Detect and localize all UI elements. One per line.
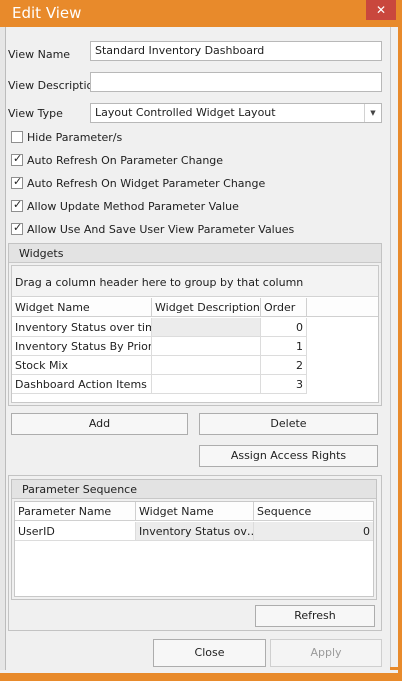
check-icon: ✓ bbox=[13, 198, 23, 211]
view-description-label: View Description bbox=[8, 79, 101, 92]
add-button[interactable]: Add bbox=[11, 413, 188, 435]
close-button[interactable]: Close bbox=[153, 639, 266, 667]
title-bar[interactable]: Edit View ✕ bbox=[0, 0, 402, 27]
refresh-button[interactable]: Refresh bbox=[255, 605, 375, 627]
close-icon[interactable]: ✕ bbox=[366, 0, 396, 20]
parameter-sequence-panel: Parameter Sequence Parameter Name Widget… bbox=[8, 475, 382, 631]
assign-access-rights-button[interactable]: Assign Access Rights bbox=[199, 445, 378, 467]
widget-row-order[interactable]: 3 bbox=[261, 375, 307, 394]
option-label: Allow Update Method Parameter Value bbox=[27, 199, 239, 213]
column-header-widget-name[interactable]: Widget Name bbox=[12, 298, 152, 317]
window-left-edge bbox=[0, 27, 6, 681]
widget-row-description[interactable] bbox=[152, 375, 261, 394]
option-allow-update-method[interactable]: ✓ Allow Update Method Parameter Value bbox=[11, 198, 239, 215]
column-header-widget-description[interactable]: Widget Description bbox=[152, 298, 261, 317]
widget-row-description[interactable] bbox=[152, 318, 261, 337]
widget-row-name[interactable]: Inventory Status By Priority bbox=[12, 337, 152, 356]
window-title: Edit View bbox=[12, 4, 82, 22]
checkbox[interactable]: ✓ bbox=[11, 221, 23, 235]
delete-button[interactable]: Delete bbox=[199, 413, 378, 435]
window-right-edge bbox=[390, 27, 398, 667]
view-type-select[interactable]: Layout Controlled Widget Layout ▼ bbox=[90, 103, 382, 123]
option-allow-use-save-values[interactable]: ✓ Allow Use And Save User View Parameter … bbox=[11, 221, 295, 238]
widget-row-name[interactable]: Dashboard Action Items bbox=[12, 375, 152, 394]
check-icon: ✓ bbox=[13, 221, 23, 234]
window-bottom-edge bbox=[0, 670, 398, 673]
parameter-sequence-grid[interactable]: Parameter Name Widget Name Sequence User… bbox=[14, 501, 374, 597]
parameter-sequence-title: Parameter Sequence bbox=[12, 480, 376, 499]
option-auto-refresh-widget-parameter[interactable]: ✓ Auto Refresh On Widget Parameter Change bbox=[11, 175, 266, 192]
option-auto-refresh-parameter[interactable]: ✓ Auto Refresh On Parameter Change bbox=[11, 152, 224, 169]
check-icon: ✓ bbox=[13, 152, 23, 165]
view-description-input[interactable] bbox=[90, 72, 382, 92]
checkbox[interactable]: ✓ bbox=[11, 152, 23, 166]
parameter-row-sequence[interactable]: 0 bbox=[254, 522, 373, 541]
option-label: Hide Parameter/s bbox=[27, 130, 123, 144]
checkbox[interactable]: ✓ bbox=[11, 198, 23, 212]
widget-row-description[interactable] bbox=[152, 337, 261, 356]
window-bottom-border bbox=[0, 672, 402, 681]
column-header-parameter-name[interactable]: Parameter Name bbox=[15, 502, 136, 521]
option-hide-parameters[interactable]: Hide Parameter/s bbox=[11, 130, 122, 146]
option-label: Allow Use And Save User View Parameter V… bbox=[27, 222, 295, 236]
widget-row-name[interactable]: Stock Mix bbox=[12, 356, 152, 375]
view-name-label: View Name bbox=[8, 48, 71, 61]
parameter-sequence-group: Parameter Sequence Parameter Name Widget… bbox=[11, 479, 377, 600]
column-header-widget-name[interactable]: Widget Name bbox=[136, 502, 254, 521]
widget-row-description[interactable] bbox=[152, 356, 261, 375]
parameter-row-name[interactable]: UserID bbox=[15, 522, 136, 541]
widget-row-order[interactable]: 0 bbox=[261, 318, 307, 337]
option-label: Auto Refresh On Parameter Change bbox=[27, 153, 224, 167]
column-header-sequence[interactable]: Sequence bbox=[254, 502, 373, 521]
widgets-group-title: Widgets bbox=[9, 244, 381, 263]
widget-row-order[interactable]: 2 bbox=[261, 356, 307, 375]
column-header-order[interactable]: Order bbox=[261, 298, 307, 317]
view-type-value: Layout Controlled Widget Layout bbox=[95, 106, 276, 119]
widgets-group: Widgets Drag a column header here to gro… bbox=[8, 243, 382, 406]
chevron-down-icon[interactable]: ▼ bbox=[364, 104, 381, 122]
widgets-grid[interactable]: Drag a column header here to group by th… bbox=[11, 265, 379, 403]
view-type-label: View Type bbox=[8, 107, 63, 120]
apply-button[interactable]: Apply bbox=[270, 639, 382, 667]
parameter-row-widget[interactable]: Inventory Status ov… bbox=[136, 522, 254, 541]
widget-row-name[interactable]: Inventory Status over time bbox=[12, 318, 152, 337]
view-name-input[interactable]: Standard Inventory Dashboard bbox=[90, 41, 382, 61]
checkbox[interactable]: ✓ bbox=[11, 175, 23, 189]
column-header-filler bbox=[307, 298, 378, 317]
check-icon: ✓ bbox=[13, 175, 23, 188]
group-by-panel[interactable]: Drag a column header here to group by th… bbox=[12, 266, 378, 297]
checkbox[interactable] bbox=[11, 131, 23, 143]
widget-row-order[interactable]: 1 bbox=[261, 337, 307, 356]
option-label: Auto Refresh On Widget Parameter Change bbox=[27, 176, 266, 190]
